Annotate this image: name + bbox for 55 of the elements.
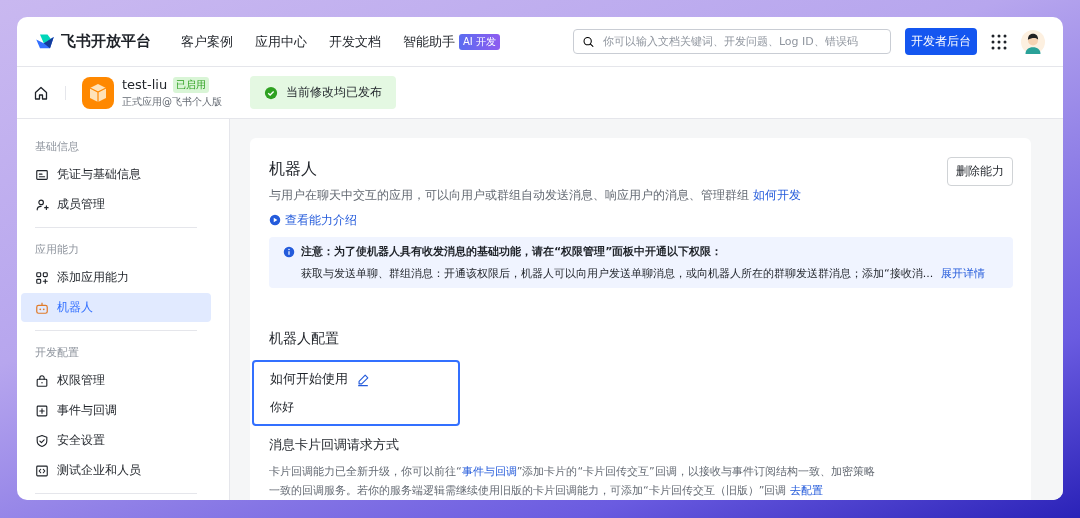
lock-icon — [35, 373, 49, 388]
ai-badge: AI 开发 — [459, 33, 500, 50]
card-title: 机器人 — [269, 159, 317, 180]
nav-link[interactable]: 开发文档 — [329, 32, 381, 51]
config-link[interactable]: 事件与回调 — [461, 465, 517, 478]
logo-text[interactable]: 飞书开放平台 — [61, 32, 151, 51]
section-title: 基础信息 — [34, 139, 80, 155]
edit-icon[interactable] — [356, 372, 370, 387]
sidebar-item[interactable]: 机器人 — [21, 293, 211, 322]
delete-capability-button[interactable]: 删除能力 — [947, 157, 1013, 186]
config-link[interactable]: 去配置 — [789, 484, 823, 497]
shield-check-icon — [35, 433, 49, 448]
play-icon — [269, 214, 281, 226]
notice-text: 当前修改均已发布 — [286, 84, 382, 101]
code-icon — [35, 463, 49, 478]
robot-icon — [35, 300, 49, 315]
start-usage-title: 如何开始使用 — [270, 371, 348, 388]
how-to-develop-link[interactable]: 如何开发 — [752, 188, 801, 202]
user-add-icon — [35, 197, 49, 212]
section-heading: 机器人配置 — [269, 330, 340, 348]
start-usage-value: 你好 — [270, 400, 295, 415]
nav-link[interactable]: 智能助手 AI 开发 — [403, 32, 500, 51]
sidebar-item[interactable]: 凭证与基础信息 — [21, 160, 211, 189]
apps-grid-icon[interactable] — [991, 33, 1007, 50]
info-icon — [283, 245, 295, 258]
card-icon — [35, 167, 49, 182]
app-cube-icon — [82, 76, 114, 109]
home-icon[interactable] — [33, 84, 49, 101]
callback-description: 卡片回调能力已全新升级，你可以前往“事件与回调”添加卡片的“卡片回传交互”回调，以接收与事件订阅结构一致、加密策略一致的回调服务。若你的服务端逻辑需继续使用旧版的卡片回调能力，可添加“卡片回传交互（旧版）”回调 去配置 — [269, 464, 876, 499]
alert-text: 获取与发送单聊、群组消息：开通该权限后，机器人可以向用户发送单聊消息，或向机器人所在的群聊发送群消息；添加“接收消... — [301, 266, 934, 281]
check-circle-icon — [264, 85, 278, 100]
nav-link[interactable]: 客户案例 — [181, 32, 233, 51]
sidebar-item[interactable]: 添加应用能力 — [21, 263, 211, 292]
sidebar-item[interactable]: 测试企业和人员 — [21, 456, 211, 485]
sidebar-item[interactable]: 安全设置 — [21, 426, 211, 455]
section-title: 开发配置 — [34, 345, 80, 361]
app-subtitle: 正式应用@飞书个人版 — [122, 94, 222, 109]
sidebar-item[interactable]: 成员管理 — [21, 190, 211, 219]
search-icon — [582, 34, 595, 49]
sidebar-item[interactable]: 事件与回调 — [21, 396, 211, 425]
console-button[interactable]: 开发者后台 — [905, 28, 977, 55]
section-heading: 消息卡片回调请求方式 — [269, 436, 400, 454]
status-tag: 已启用 — [173, 76, 210, 93]
avatar-icon[interactable] — [1021, 29, 1045, 54]
card-description: 与用户在聊天中交互的应用，可以向用户或群组自动发送消息、响应用户的消息、管理群组 如何开发 — [269, 188, 802, 203]
nav-link[interactable]: 应用中心 — [255, 32, 307, 51]
sidebar-item[interactable]: 权限管理 — [21, 366, 211, 395]
search-field[interactable]: 你可以输入文档关键词、开发问题、Log ID、错误码 — [573, 29, 891, 54]
app-name: test-liu — [122, 77, 168, 92]
expand-details-link[interactable]: 展开详情 — [941, 266, 986, 281]
section-title: 应用能力 — [34, 242, 80, 258]
intro-link[interactable]: 查看能力介绍 — [269, 211, 357, 229]
grid-add-icon — [35, 270, 49, 285]
plus-box-icon — [35, 403, 49, 418]
alert-title: 注意：为了使机器人具有收发消息的基础功能，请在“权限管理”面板中开通以下权限： — [301, 244, 723, 259]
